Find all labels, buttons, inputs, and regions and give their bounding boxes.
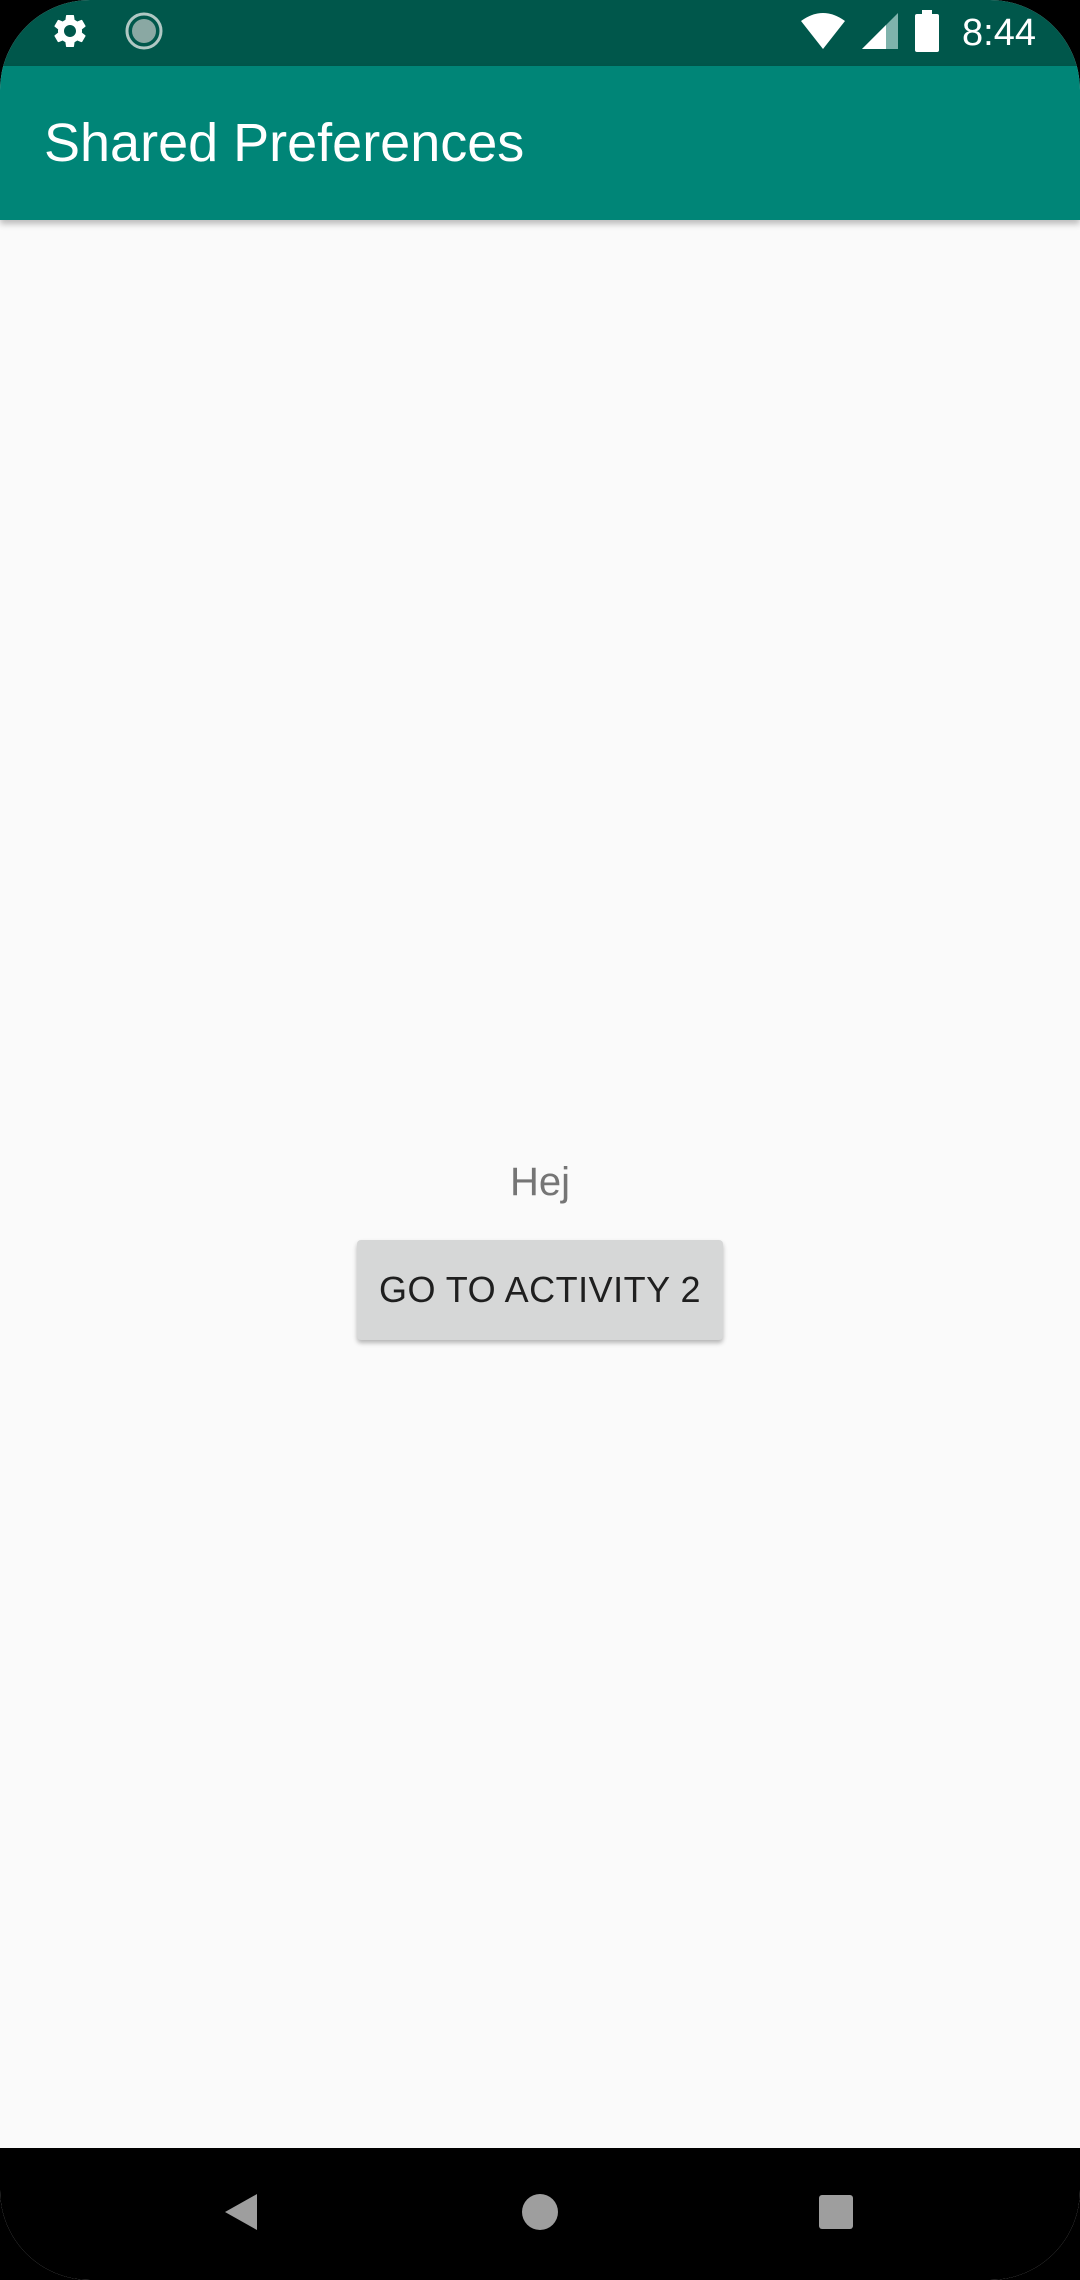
status-left-icons <box>50 11 164 55</box>
recents-button[interactable] <box>756 2148 916 2280</box>
battery-icon <box>914 9 940 57</box>
app-title: Shared Preferences <box>44 113 525 173</box>
settings-icon <box>50 11 90 56</box>
greeting-text: Hej <box>509 1160 571 1204</box>
app-bar: Shared Preferences <box>0 66 1080 220</box>
home-button[interactable] <box>460 2148 620 2280</box>
back-icon <box>223 2192 259 2237</box>
main-content: Hej GO TO ACTIVITY 2 <box>0 220 1080 2148</box>
status-time: 8:44 <box>962 11 1036 54</box>
status-right-icons: 8:44 <box>800 9 1036 57</box>
wifi-icon <box>800 11 846 56</box>
home-icon <box>520 2192 560 2237</box>
status-bar: 8:44 <box>0 0 1080 66</box>
navigation-bar <box>0 2148 1080 2280</box>
sync-icon <box>124 11 164 56</box>
cell-signal-icon <box>860 11 900 56</box>
go-to-activity-2-button[interactable]: GO TO ACTIVITY 2 <box>357 1240 723 1340</box>
back-button[interactable] <box>161 2148 321 2280</box>
device-screen: 8:44 Shared Preferences Hej GO TO ACTIVI… <box>0 0 1080 2280</box>
recents-icon <box>818 2194 854 2235</box>
